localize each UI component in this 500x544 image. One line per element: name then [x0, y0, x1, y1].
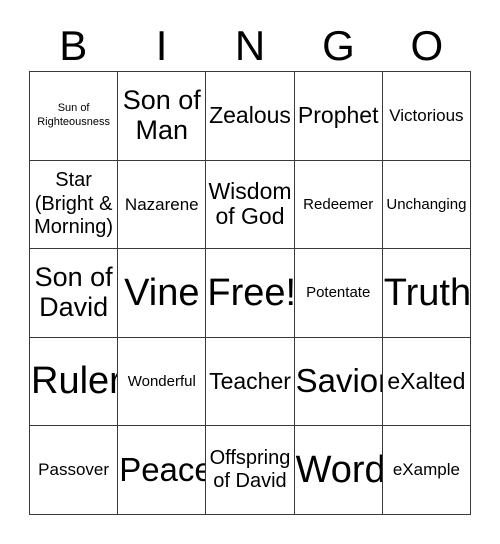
bingo-cell-o1[interactable]: Victorious: [382, 72, 471, 161]
bingo-cell-o3[interactable]: Truth: [382, 249, 471, 338]
bingo-cell-g2[interactable]: Redeemer: [294, 160, 383, 250]
bingo-cell-b3[interactable]: Son of David: [30, 249, 119, 338]
bingo-cell-label: Redeemer: [303, 195, 374, 213]
bingo-cell-o4[interactable]: eXalted: [382, 337, 471, 427]
bingo-cell-g1[interactable]: Prophet: [294, 72, 383, 161]
bingo-card: B I N G O Sun of Righteousness Son of Ma…: [0, 0, 500, 544]
bingo-cell-label: Nazarene: [124, 194, 199, 214]
bingo-cell-i4[interactable]: Wonderful: [118, 337, 207, 427]
bingo-cell-i2[interactable]: Nazarene: [118, 160, 207, 250]
bingo-cell-label: eXalted: [387, 367, 466, 394]
bingo-cell-label: Vine: [124, 271, 200, 314]
bingo-cell-n1[interactable]: Zealous: [206, 72, 295, 161]
bingo-cell-b4[interactable]: Ruler: [30, 337, 119, 427]
bingo-cell-label: Sun of Righteousness: [37, 102, 110, 128]
bingo-cell-label: Offspring of David: [209, 446, 291, 493]
bingo-cell-g5[interactable]: Word: [294, 426, 383, 515]
bingo-cell-b2[interactable]: Star (Bright & Morning): [30, 160, 119, 250]
bingo-cell-i3[interactable]: Vine: [118, 249, 207, 338]
bingo-header-letter-b: B: [59, 22, 88, 69]
bingo-cell-label: Ruler: [31, 360, 119, 403]
bingo-cell-i1[interactable]: Son of Man: [118, 72, 207, 161]
bingo-header-letter-n: N: [234, 22, 266, 69]
bingo-cell-label: Wonderful: [127, 372, 196, 390]
bingo-cell-label: Free!: [207, 271, 295, 314]
bingo-header-row: B I N G O: [29, 21, 471, 71]
bingo-cell-b1[interactable]: Sun of Righteousness: [30, 72, 119, 161]
bingo-header-letter-i: I: [155, 22, 168, 69]
bingo-cell-label: Teacher: [209, 367, 291, 394]
bingo-cell-label: Potentate: [306, 284, 371, 302]
bingo-cell-g4[interactable]: Savior: [294, 337, 383, 427]
bingo-cell-label: Wisdom of God: [208, 177, 292, 230]
bingo-cell-n2[interactable]: Wisdom of God: [206, 160, 295, 250]
bingo-cell-label: Peace: [119, 450, 207, 488]
bingo-grid: Sun of Righteousness Son of Man Zealous …: [29, 71, 471, 515]
bingo-cell-n5[interactable]: Offspring of David: [206, 426, 295, 515]
bingo-cell-label: Passover: [38, 460, 110, 480]
bingo-header-letter-o: O: [410, 22, 444, 69]
bingo-cell-label: Star (Bright & Morning): [34, 169, 114, 239]
bingo-cell-b5[interactable]: Passover: [30, 426, 119, 515]
bingo-header-letter-g: G: [322, 22, 355, 69]
bingo-cell-label: Zealous: [209, 101, 291, 128]
bingo-cell-label: Unchanging: [386, 195, 467, 213]
bingo-cell-i5[interactable]: Peace: [118, 426, 207, 515]
bingo-cell-label: Son of Man: [122, 85, 201, 145]
bingo-cell-label: Prophet: [297, 101, 379, 128]
bingo-cell-g3[interactable]: Potentate: [294, 249, 383, 338]
bingo-cell-label: Son of David: [34, 262, 113, 322]
bingo-cell-label: Savior: [295, 362, 383, 400]
bingo-cell-n4[interactable]: Teacher: [206, 337, 295, 427]
bingo-cell-label: Victorious: [389, 106, 464, 126]
bingo-cell-label: Word: [295, 448, 383, 491]
bingo-cell-label: eXample: [392, 460, 460, 480]
bingo-cell-n3[interactable]: Free!: [206, 249, 295, 338]
bingo-cell-o2[interactable]: Unchanging: [382, 160, 471, 250]
bingo-cell-o5[interactable]: eXample: [382, 426, 471, 515]
bingo-cell-label: Truth: [383, 271, 471, 314]
